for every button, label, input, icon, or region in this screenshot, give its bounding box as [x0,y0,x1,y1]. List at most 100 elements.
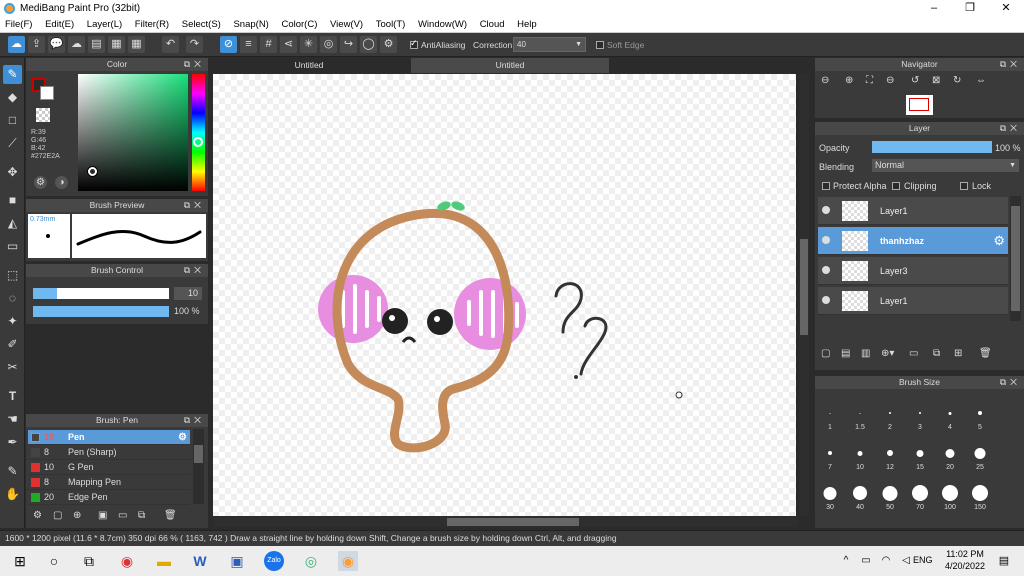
transparent-color-swatch[interactable] [36,108,50,122]
panel-controls-icon[interactable]: ⧉✕ [184,58,205,71]
panel-controls-icon[interactable]: ⧉✕ [1000,122,1021,135]
brush-item-pen-sharp[interactable]: 8 Pen (Sharp) [28,445,190,460]
gear-icon[interactable]: ⚙ [178,430,187,445]
gradient-tool-icon[interactable]: ▭ [3,237,22,256]
zoom-minus-icon[interactable]: ⊖ [886,75,894,86]
zoom-out-icon[interactable]: ⊖ [821,75,829,86]
brush-tool-icon[interactable]: ✎ [3,65,22,84]
close-button[interactable]: ✕ [988,0,1024,17]
brush-size-option[interactable]: 5 [965,393,995,431]
snap-circle-icon[interactable]: ◎ [320,36,337,53]
delete-layer-icon[interactable]: 🗑 [979,348,992,359]
line-tool-icon[interactable]: ⟋ [3,134,22,153]
background-color-swatch[interactable] [40,86,54,100]
add-brush-icon[interactable]: ⊕ [73,510,81,521]
brush-item-pen[interactable]: 10 Pen ⚙ [28,430,190,445]
soft-edge-checkbox[interactable] [596,41,604,49]
menu-view[interactable]: View(V) [325,17,368,30]
wifi-icon[interactable]: ◠ [876,551,896,571]
brush-size-option[interactable]: 15 [905,433,935,471]
rotate-right-icon[interactable]: ↻ [953,75,961,86]
visibility-icon[interactable] [822,296,830,304]
panel-controls-icon[interactable]: ⧉✕ [184,199,205,212]
eyedropper-tool-icon[interactable]: ✎ [3,462,22,481]
vertical-scroll-thumb[interactable] [800,239,808,335]
layer-opacity-slider[interactable] [872,141,992,153]
brush-size-option[interactable]: 10 [845,433,875,471]
canvas-horizontal-scrollbar[interactable] [213,517,799,527]
layer-scroll-thumb[interactable] [1011,206,1020,311]
copy-brush-icon[interactable]: ▣ [98,510,107,521]
folder-icon[interactable]: ▭ [118,510,127,521]
duplicate-layer-icon[interactable]: ⧉ [933,348,940,359]
tab-untitled-1[interactable]: Untitled [210,58,408,73]
layer-row[interactable]: Layer3 [818,257,1008,285]
brush-size-option[interactable]: 1.5 [845,393,875,431]
zalo-icon[interactable]: Zalo [264,551,284,571]
snap-settings-icon[interactable]: ⚙ [380,36,397,53]
horizontal-scroll-thumb[interactable] [447,518,579,526]
navigator-viewport[interactable] [909,98,929,111]
hue-slider[interactable] [192,74,205,191]
pages-icon[interactable]: ▦ [108,36,125,53]
magic-wand-tool-icon[interactable]: ✦ [3,312,22,331]
grid-icon[interactable]: ▦ [128,36,145,53]
zoom-in-icon[interactable]: ⊕ [845,75,853,86]
medibang-taskbar-icon[interactable]: ◉ [338,551,358,571]
menu-tool[interactable]: Tool(T) [371,17,411,30]
select-rect-tool-icon[interactable]: ⬚ [3,266,22,285]
color-wheel-icon[interactable]: ◑ [55,176,68,189]
hue-slider-handle[interactable] [193,137,203,147]
gear-icon[interactable]: ⚙ [993,233,1005,249]
color-saturation-picker[interactable] [78,74,188,191]
color-picker-cursor[interactable] [88,167,97,176]
windows-start-icon[interactable]: ⊞ [10,551,30,571]
menu-edit[interactable]: Edit(E) [40,17,79,30]
navigator-thumbnail[interactable] [906,95,933,115]
bubble-icon[interactable]: ☁ [68,36,85,53]
antialiasing-checkbox[interactable] [410,38,418,49]
brush-list-scrollbar[interactable] [193,429,204,504]
app-icon-green[interactable]: ◎ [301,551,321,571]
show-hidden-icons-icon[interactable]: ^ [836,551,856,571]
snap-curve-icon[interactable]: ↪ [340,36,357,53]
layer-list-scrollbar[interactable] [1010,196,1021,321]
layer-row-selected[interactable]: thanhzhaz ⚙ [818,227,1008,255]
new-8bit-layer-icon[interactable]: ▥ [861,348,870,359]
panel-controls-icon[interactable]: ⧉✕ [1000,376,1021,389]
new-halftone-layer-icon[interactable]: ▤ [841,348,850,359]
search-icon[interactable]: ○ [44,551,64,571]
correction-select[interactable]: 40 ▼ [513,37,586,52]
shape-tool-icon[interactable]: □ [3,111,22,130]
redo-icon[interactable]: ↷ [186,36,203,53]
page-icon[interactable]: ▤ [88,36,105,53]
menu-layer[interactable]: Layer(L) [82,17,127,30]
word-icon[interactable]: W [190,551,210,571]
task-view-icon[interactable]: ⧉ [79,551,99,571]
outlook-icon[interactable]: ▣ [227,551,247,571]
brush-item-mapping-pen[interactable]: 8 Mapping Pen [28,475,190,490]
chrome-icon[interactable]: ◉ [117,551,137,571]
menu-color[interactable]: Color(C) [276,17,322,30]
snap-vanish-icon[interactable]: ⋖ [280,36,297,53]
brush-size-option[interactable]: 20 [935,433,965,471]
brush-size-option[interactable]: 12 [875,433,905,471]
brush-size-option[interactable]: 70 [905,473,935,511]
brush-size-option[interactable]: 30 [815,473,845,511]
new-layer-icon[interactable]: ▢ [821,348,830,359]
minimize-button[interactable]: – [916,0,952,17]
add-layer-menu-icon[interactable]: ⊕▾ [881,348,894,359]
hand-tool-icon[interactable]: ✋ [3,485,22,504]
snap-cross-icon[interactable]: # [260,36,277,53]
brush-size-option[interactable]: 7 [815,433,845,471]
file-explorer-icon[interactable]: ▬ [154,551,174,571]
share-icon[interactable]: ⇪ [28,36,45,53]
brush-opacity-slider[interactable] [33,306,169,317]
brush-item-edge-pen[interactable]: 20 Edge Pen [28,490,190,505]
menu-select[interactable]: Select(S) [177,17,226,30]
snap-radial-icon[interactable]: ✳ [300,36,317,53]
brush-size-option[interactable]: 4 [935,393,965,431]
maximize-button[interactable]: ❐ [952,0,988,17]
snap-off-icon[interactable]: ⊘ [220,36,237,53]
menu-snap[interactable]: Snap(N) [228,17,273,30]
